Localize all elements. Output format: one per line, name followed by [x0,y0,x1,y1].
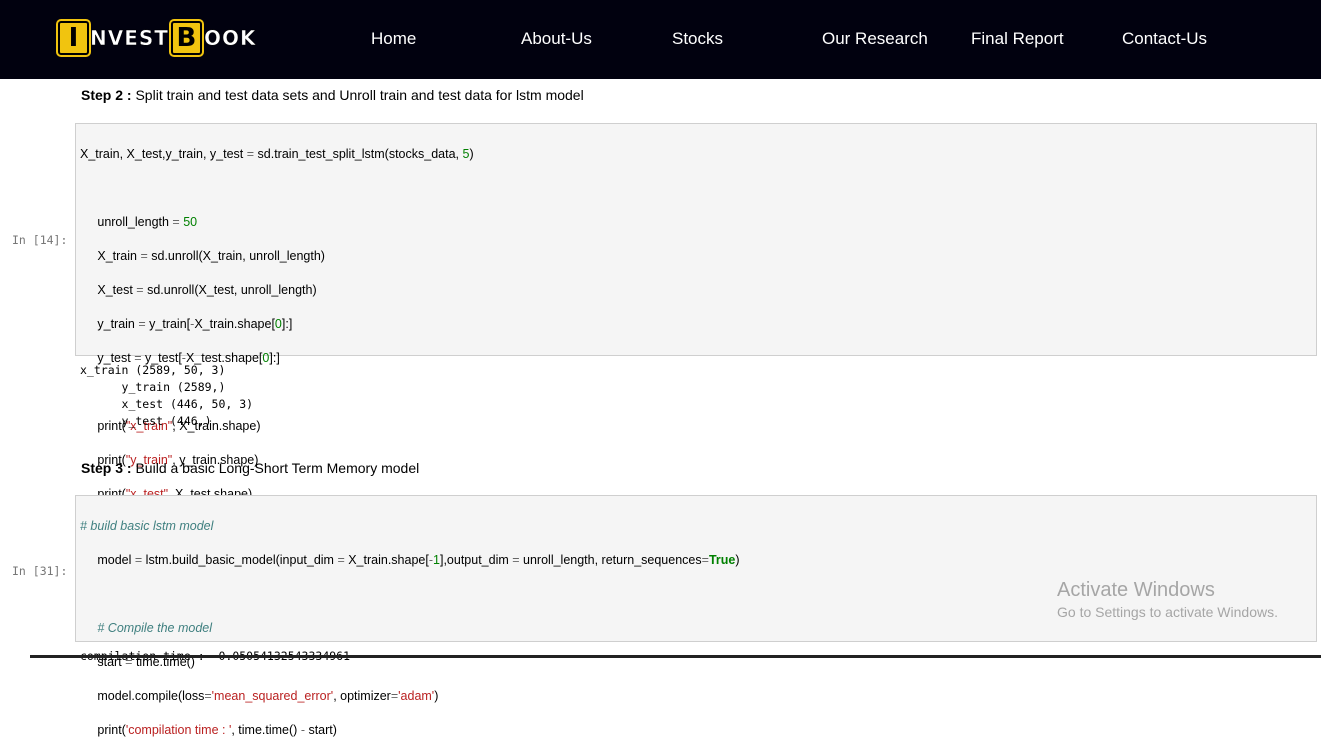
cell-14-output: x_train (2589, 50, 3) y_train (2589,) x_… [80,362,253,430]
step-2-text: Split train and test data sets and Unrol… [131,87,584,103]
output-line: x_test (446, 50, 3) [80,397,254,411]
cell-31-code: # build basic lstm model model = lstm.bu… [80,519,740,737]
step-3-label: Step 3 : [81,460,132,476]
step-2-label: Step 2 : [81,87,132,103]
output-line: x_train (2589, 50, 3) [80,363,226,377]
cell-31-prompt: In [31]: [12,564,68,578]
step-2-heading: Step 2 : Split train and test data sets … [81,87,584,103]
nav-final-report[interactable]: Final Report [971,29,1064,49]
cell-14-code: X_train, X_test,y_train, y_test = sd.tra… [80,147,474,535]
nav-our-research[interactable]: Our Research [822,29,928,49]
activate-windows-subtitle: Go to Settings to activate Windows. [1057,604,1278,620]
logo-word-nvest: NVEST [90,26,169,51]
output-line: y_test (446,) [80,414,212,428]
logo-word-ook: OOK [203,26,257,51]
cell-14-prompt: In [14]: [12,233,68,247]
top-navbar: I NVEST B OOK Home About-Us Stocks Our R… [0,0,1321,79]
investbook-logo[interactable]: I NVEST B OOK [58,21,257,55]
output-line: y_train (2589,) [80,380,226,394]
activate-windows-title: Activate Windows [1057,579,1215,601]
nav-stocks[interactable]: Stocks [672,29,723,49]
nav-home[interactable]: Home [371,29,416,49]
nav-about-us[interactable]: About-Us [521,29,592,49]
nav-contact-us[interactable]: Contact-Us [1122,29,1207,49]
logo-letter-b: B [170,21,202,55]
step-3-text: Build a basic Long-Short Term Memory mod… [131,460,420,476]
logo-letter-i: I [58,21,89,55]
step-3-heading: Step 3 : Build a basic Long-Short Term M… [81,460,419,476]
